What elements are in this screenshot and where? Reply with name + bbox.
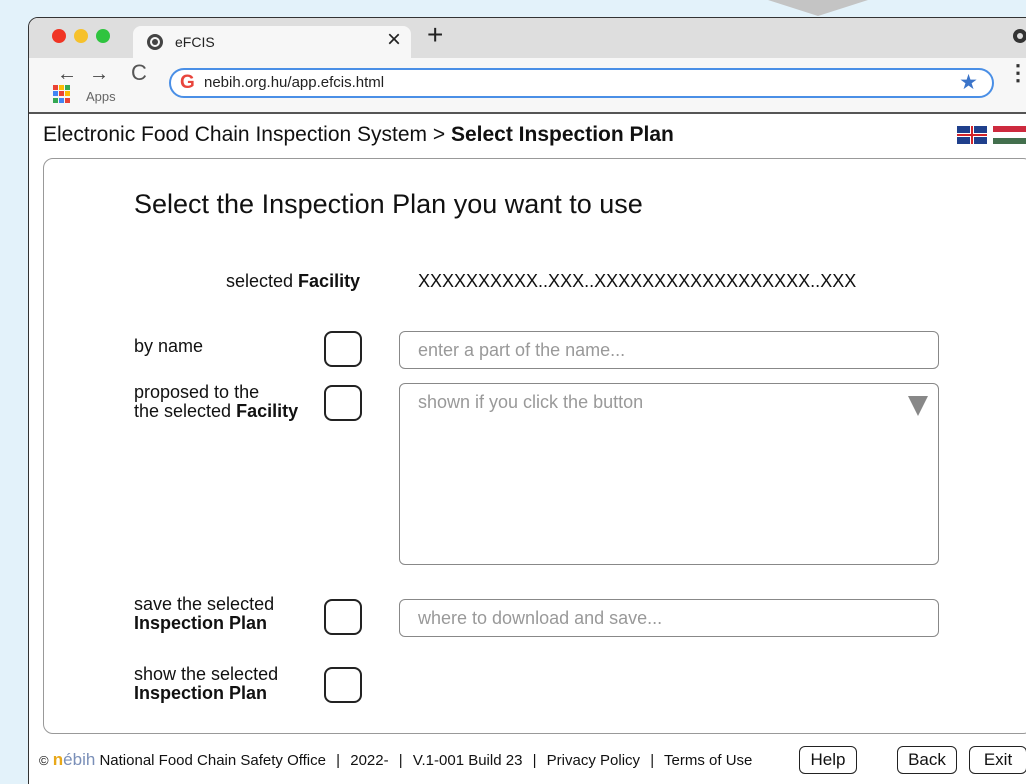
- version: V.1-001 Build 23: [412, 752, 523, 769]
- breadcrumb-separator: >: [427, 123, 451, 146]
- list-placeholder: shown if you click the button: [418, 392, 644, 412]
- copyright-symbol: ©: [39, 753, 49, 768]
- footer-info: © nébih National Food Chain Safety Offic…: [39, 750, 753, 769]
- back-arrow-icon[interactable]: ←: [57, 64, 77, 84]
- facility-value: XXXXXXXXXX..XXX..XXXXXXXXXXXXXXXXXX..XXX: [418, 271, 857, 291]
- new-tab-button[interactable]: +: [427, 21, 443, 49]
- name-search-input[interactable]: enter a part of the name...: [399, 331, 939, 369]
- nebih-logo: nébih: [52, 750, 96, 769]
- proposed-button[interactable]: [324, 385, 362, 421]
- main-panel: Select the Inspection Plan you want to u…: [43, 158, 1026, 734]
- forward-arrow-icon[interactable]: →: [89, 64, 109, 84]
- breadcrumb: Electronic Food Chain Inspection System …: [43, 123, 674, 147]
- browser-toolbar: ← → C Apps G nebih.org.hu/app.efcis.html…: [29, 58, 1026, 114]
- year: 2022-: [350, 752, 389, 769]
- minimize-window-button[interactable]: [74, 29, 88, 43]
- reload-icon[interactable]: C: [131, 60, 147, 86]
- breadcrumb-root[interactable]: Electronic Food Chain Inspection System: [43, 123, 427, 146]
- dropdown-arrow-icon[interactable]: [908, 396, 928, 416]
- show-label: show the selected Inspection Plan: [134, 664, 279, 703]
- inspection-plan-list[interactable]: shown if you click the button: [399, 383, 939, 565]
- google-icon: G: [180, 72, 195, 93]
- url-text[interactable]: nebih.org.hu/app.efcis.html: [204, 74, 384, 91]
- profile-icon[interactable]: [1013, 29, 1026, 43]
- hungarian-flag-icon[interactable]: [993, 126, 1026, 144]
- footer: © nébih National Food Chain Safety Offic…: [29, 740, 1026, 780]
- tab-title: eFCIS: [175, 34, 215, 50]
- address-bar[interactable]: G nebih.org.hu/app.efcis.html ★: [169, 68, 994, 98]
- facility-label: selected Facility: [226, 271, 361, 291]
- proposed-label: proposed to the the selected Facility: [134, 382, 299, 421]
- apps-label[interactable]: Apps: [86, 89, 116, 104]
- by-name-label: by name: [134, 336, 204, 356]
- by-name-button[interactable]: [324, 331, 362, 367]
- breadcrumb-current: Select Inspection Plan: [450, 123, 674, 146]
- close-window-button[interactable]: [52, 29, 66, 43]
- browser-window: eFCIS × + ← → C Apps G nebih.org.hu/app.…: [28, 17, 1026, 784]
- page-title: Select the Inspection Plan you want to u…: [134, 189, 643, 219]
- tab-bar: eFCIS × +: [29, 18, 1026, 58]
- tab-close-icon[interactable]: ×: [387, 28, 401, 52]
- browser-tab[interactable]: eFCIS ×: [133, 26, 411, 58]
- save-location-input[interactable]: where to download and save...: [399, 599, 939, 637]
- apps-grid-icon[interactable]: [53, 85, 71, 103]
- bookmark-star-icon[interactable]: ★: [959, 70, 978, 95]
- org-name: National Food Chain Safety Office: [99, 752, 326, 769]
- save-button[interactable]: [324, 599, 362, 635]
- terms-link[interactable]: Terms of Use: [664, 752, 752, 769]
- english-flag-icon[interactable]: [957, 126, 987, 144]
- browser-menu-icon[interactable]: ⋮: [1007, 62, 1026, 84]
- exit-button[interactable]: Exit: [969, 746, 1026, 774]
- help-button[interactable]: Help: [799, 746, 857, 774]
- app-header: Electronic Food Chain Inspection System …: [29, 114, 1026, 154]
- save-label: save the selected Inspection Plan: [134, 594, 275, 633]
- chrome-icon: [147, 34, 163, 50]
- top-pointer: [768, 0, 868, 16]
- show-button[interactable]: [324, 667, 362, 703]
- privacy-link[interactable]: Privacy Policy: [547, 752, 640, 769]
- maximize-window-button[interactable]: [96, 29, 110, 43]
- back-button[interactable]: Back: [897, 746, 957, 774]
